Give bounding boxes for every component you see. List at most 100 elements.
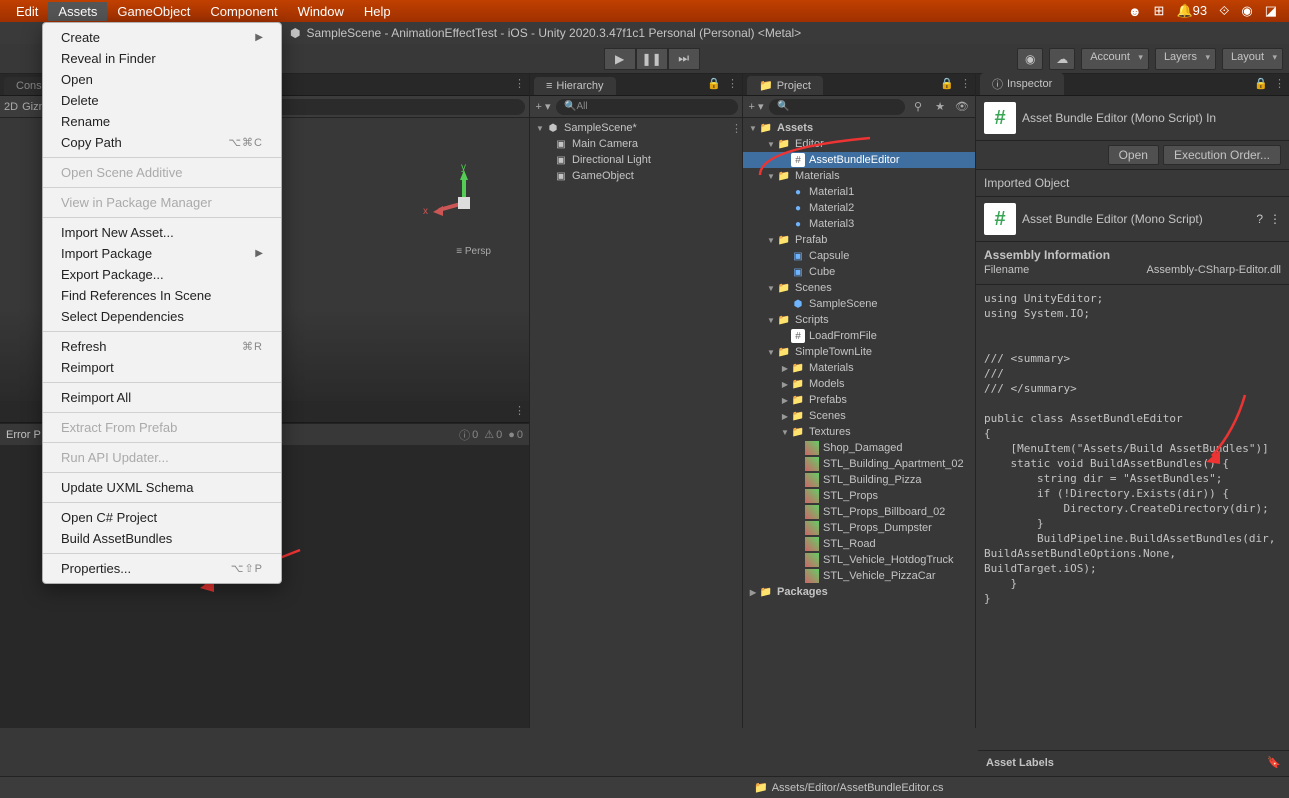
menu-component[interactable]: Component (200, 2, 287, 21)
project-item[interactable]: #AssetBundleEditor (743, 152, 975, 168)
menu-window[interactable]: Window (288, 2, 354, 21)
assets-root[interactable]: ▼📁Assets (743, 120, 975, 136)
menu-item-import-package[interactable]: Import Package▶ (43, 243, 281, 264)
menu-item-select-dependencies[interactable]: Select Dependencies (43, 306, 281, 327)
project-item[interactable]: ●Material3 (743, 216, 975, 232)
unity-hub-icon[interactable]: ⟐ (1219, 3, 1229, 19)
project-item[interactable]: Shop_Damaged (743, 440, 975, 456)
menu-assets[interactable]: Assets (48, 2, 107, 21)
project-item[interactable]: ⬢SampleScene (743, 296, 975, 312)
menu-item-update-uxml-schema[interactable]: Update UXML Schema (43, 477, 281, 498)
project-item[interactable]: ▼📁Textures (743, 424, 975, 440)
project-item[interactable]: STL_Props_Billboard_02 (743, 504, 975, 520)
menu-item-import-new-asset-[interactable]: Import New Asset... (43, 222, 281, 243)
project-search-input[interactable]: 🔍 (769, 99, 905, 115)
hierarchy-item[interactable]: ▣Directional Light (530, 152, 742, 168)
packages-root[interactable]: ▶📁Packages (743, 584, 975, 600)
panel-more-icon[interactable]: ⋮ (514, 77, 525, 90)
warn-count[interactable]: ⚠ 0 (484, 428, 502, 441)
project-item[interactable]: ▼📁Scripts (743, 312, 975, 328)
project-item[interactable]: ▼📁Prafab (743, 232, 975, 248)
orientation-gizmo[interactable]: x y (429, 168, 499, 238)
bell-icon[interactable]: 🔔93 (1176, 3, 1207, 19)
project-item[interactable]: STL_Vehicle_HotdogTruck (743, 552, 975, 568)
label-tag-icon[interactable]: 🔖 (1267, 756, 1281, 769)
menu-item-reveal-in-finder[interactable]: Reveal in Finder (43, 48, 281, 69)
panel-more-icon[interactable]: ⋮ (960, 77, 971, 90)
help-icon[interactable]: ? (1256, 212, 1263, 226)
collab-icon[interactable]: ◉ (1017, 48, 1043, 70)
create-dropdown[interactable]: + ▾ (747, 99, 765, 115)
menu-item-copy-path[interactable]: Copy Path⌥⌘C (43, 132, 281, 153)
mode-2d-button[interactable]: 2D (4, 101, 18, 113)
menu-help[interactable]: Help (354, 2, 401, 21)
panel-more-icon[interactable]: ⋮ (514, 404, 525, 417)
hierarchy-search-input[interactable]: 🔍 All (556, 99, 738, 115)
menu-item-open[interactable]: Open (43, 69, 281, 90)
project-item[interactable]: #LoadFromFile (743, 328, 975, 344)
layers-dropdown[interactable]: Layers (1155, 48, 1216, 70)
error-pause-button[interactable]: Error P (6, 429, 41, 441)
scene-root[interactable]: ▼⬢SampleScene* ⋮ (530, 120, 742, 136)
menu-item-create[interactable]: Create▶ (43, 27, 281, 48)
menu-item-rename[interactable]: Rename (43, 111, 281, 132)
open-button[interactable]: Open (1108, 145, 1159, 165)
menu-item-refresh[interactable]: Refresh⌘R (43, 336, 281, 357)
menu-item-find-references-in-scene[interactable]: Find References In Scene (43, 285, 281, 306)
hierarchy-tab[interactable]: ≡ Hierarchy (534, 77, 616, 95)
cloud-icon[interactable]: ☁ (1049, 48, 1075, 70)
hierarchy-item[interactable]: ▣Main Camera (530, 136, 742, 152)
project-item[interactable]: STL_Props_Dumpster (743, 520, 975, 536)
menu-item-build-assetbundles[interactable]: Build AssetBundles (43, 528, 281, 549)
create-dropdown[interactable]: + ▾ (534, 99, 552, 115)
project-item[interactable]: ●Material2 (743, 200, 975, 216)
project-item[interactable]: STL_Vehicle_PizzaCar (743, 568, 975, 584)
inspector-tab[interactable]: ⓘ Inspector (980, 73, 1064, 95)
panel-lock-icon[interactable]: 🔒 (940, 77, 954, 90)
favorite-icon[interactable]: ★ (931, 99, 949, 115)
filter-icon[interactable]: ⚲ (909, 99, 927, 115)
execution-order-button[interactable]: Execution Order... (1163, 145, 1281, 165)
status-icon[interactable]: ◉ (1241, 3, 1252, 19)
project-item[interactable]: STL_Building_Pizza (743, 472, 975, 488)
play-button[interactable]: ▶ (604, 48, 636, 70)
tray-icon[interactable]: ◪ (1265, 3, 1277, 19)
project-item[interactable]: ▼📁Scenes (743, 280, 975, 296)
menu-item-reimport-all[interactable]: Reimport All (43, 387, 281, 408)
app-icon[interactable]: ⊞ (1154, 3, 1165, 19)
project-item[interactable]: ●Material1 (743, 184, 975, 200)
info-count[interactable]: ⓘ 0 (459, 427, 478, 443)
project-item[interactable]: STL_Building_Apartment_02 (743, 456, 975, 472)
menu-item-delete[interactable]: Delete (43, 90, 281, 111)
panel-more-icon[interactable]: ⋮ (1274, 77, 1285, 90)
project-item[interactable]: ▣Cube (743, 264, 975, 280)
project-item[interactable]: ▶📁Prefabs (743, 392, 975, 408)
error-count[interactable]: ● 0 (508, 429, 523, 441)
project-item[interactable]: STL_Props (743, 488, 975, 504)
project-item[interactable]: ▼📁SimpleTownLite (743, 344, 975, 360)
project-item[interactable]: ▶📁Scenes (743, 408, 975, 424)
menu-item-export-package-[interactable]: Export Package... (43, 264, 281, 285)
project-item[interactable]: STL_Road (743, 536, 975, 552)
layout-dropdown[interactable]: Layout (1222, 48, 1283, 70)
project-item[interactable]: ▼📁Materials (743, 168, 975, 184)
smile-icon[interactable]: ☻ (1128, 4, 1142, 19)
pause-button[interactable]: ❚❚ (636, 48, 668, 70)
project-item[interactable]: ▼📁Editor (743, 136, 975, 152)
panel-more-icon[interactable]: ⋮ (727, 77, 738, 90)
menu-item-reimport[interactable]: Reimport (43, 357, 281, 378)
project-item[interactable]: ▣Capsule (743, 248, 975, 264)
menu-gameobject[interactable]: GameObject (107, 2, 200, 21)
panel-lock-icon[interactable]: 🔒 (707, 77, 721, 90)
menu-item-properties-[interactable]: Properties...⌥⇧P (43, 558, 281, 579)
project-item[interactable]: ▶📁Models (743, 376, 975, 392)
panel-lock-icon[interactable]: 🔒 (1254, 77, 1268, 90)
account-dropdown[interactable]: Account (1081, 48, 1149, 70)
project-item[interactable]: ▶📁Materials (743, 360, 975, 376)
menu-edit[interactable]: Edit (6, 2, 48, 21)
project-tab[interactable]: 📁 Project (747, 76, 823, 95)
more-icon[interactable]: ⋮ (1269, 212, 1281, 226)
step-button[interactable]: ⏭ (668, 48, 700, 70)
menu-item-open-c-project[interactable]: Open C# Project (43, 507, 281, 528)
hidden-icon[interactable]: 👁 (953, 99, 971, 115)
